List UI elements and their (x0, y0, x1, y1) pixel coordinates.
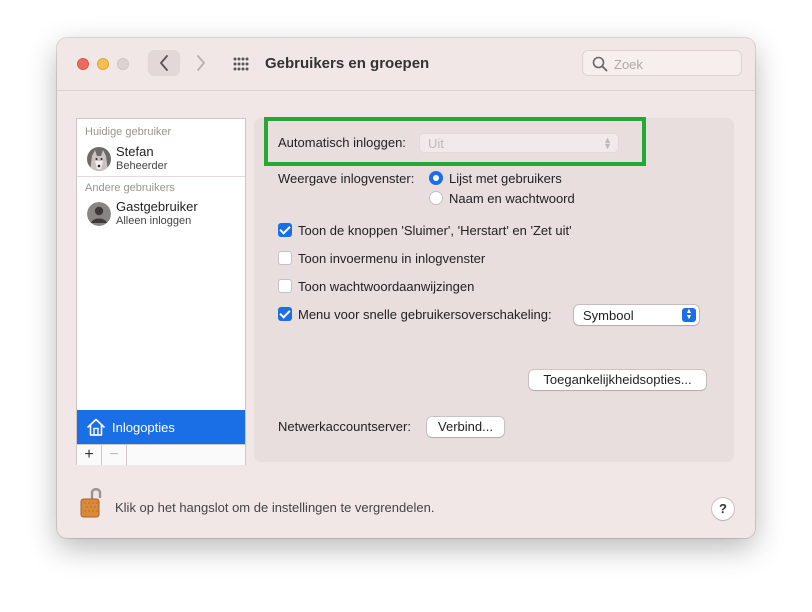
wolf-avatar (87, 147, 111, 171)
title-bar: Gebruikers en groepen Zoek (57, 38, 755, 91)
show-all-grid-icon[interactable] (233, 57, 249, 71)
user-role: Alleen inloggen (116, 215, 192, 227)
checkbox-password-hints[interactable] (278, 279, 292, 293)
user-name: Gastgebruiker (116, 199, 198, 214)
checkbox-input-menu-label: Toon invoermenu in inlogvenster (298, 251, 486, 266)
checkbox-fast-switch[interactable] (278, 307, 292, 321)
search-icon (592, 56, 608, 72)
login-options-label: Inlogopties (112, 420, 175, 435)
fast-switch-popup[interactable]: Symbool ▲ ▼ (574, 305, 699, 325)
current-user-header: Huidige gebruiker (85, 126, 172, 138)
other-users-header: Andere gebruikers (85, 182, 175, 194)
minimize-button[interactable] (97, 58, 109, 70)
radio-list-users[interactable] (429, 171, 443, 185)
checkbox-password-hints-label: Toon wachtwoordaanwijzingen (298, 279, 475, 294)
user-row-guest[interactable]: Gastgebruiker Alleen inloggen (77, 194, 245, 234)
user-row-stefan[interactable]: Stefan Beheerder (77, 139, 245, 179)
fast-switch-value: Symbool (583, 308, 634, 323)
add-user-button[interactable]: + (77, 445, 102, 465)
checkbox-show-buttons-label: Toon de knoppen 'Sluimer', 'Herstart' en… (298, 223, 572, 238)
help-button[interactable]: ? (712, 498, 734, 520)
checkbox-input-menu[interactable] (278, 251, 292, 265)
connect-button[interactable]: Verbind... (427, 417, 504, 437)
back-button[interactable] (148, 50, 180, 76)
highlight-box (264, 117, 646, 166)
radio-list-users-label: Lijst met gebruikers (449, 171, 562, 186)
lock-hint-text: Klik op het hangslot om de instellingen … (115, 500, 435, 515)
radio-name-password[interactable] (429, 191, 443, 205)
forward-button[interactable] (185, 50, 217, 76)
window-title: Gebruikers en groepen (265, 55, 430, 72)
display-label: Weergave inlogvenster: (278, 171, 415, 186)
user-list: Huidige gebruiker Stefan Beheerder Ander… (76, 118, 246, 465)
user-role: Beheerder (116, 160, 168, 172)
updown-chevron-icon: ▲ ▼ (682, 308, 696, 322)
checkbox-fast-switch-label: Menu voor snelle gebruikersoverschakelin… (298, 307, 552, 322)
user-name: Stefan (116, 144, 154, 159)
remove-user-button[interactable]: − (102, 445, 127, 465)
radio-name-password-label: Naam en wachtwoord (449, 191, 575, 206)
checkbox-show-buttons[interactable] (278, 223, 292, 237)
close-button[interactable] (77, 58, 89, 70)
search-placeholder: Zoek (614, 57, 643, 72)
house-icon (87, 418, 105, 436)
accessibility-options-button[interactable]: Toegankelijkheidsopties... (529, 370, 706, 390)
login-options-item[interactable]: Inlogopties (77, 410, 245, 444)
zoom-button[interactable] (117, 58, 129, 70)
chevron-right-icon (197, 55, 205, 71)
person-avatar-icon (87, 202, 111, 226)
network-server-label: Netwerkaccountserver: (278, 419, 411, 434)
unlocked-padlock-icon[interactable] (79, 485, 103, 519)
preferences-window: Gebruikers en groepen Zoek Huidige gebru… (57, 38, 755, 538)
list-toolbar: + − (77, 444, 245, 465)
list-divider (77, 176, 245, 177)
chevron-left-icon (160, 55, 168, 71)
search-field[interactable]: Zoek (582, 50, 742, 76)
